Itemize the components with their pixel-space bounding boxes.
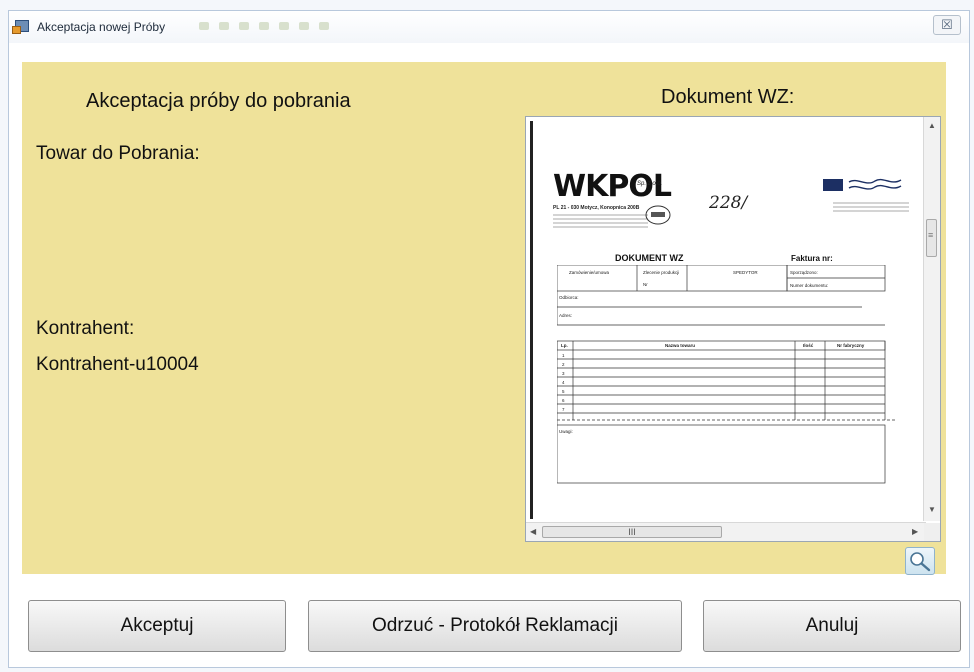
- document-title: DOKUMENT WZ: [615, 253, 684, 263]
- scroll-corner: [924, 523, 940, 541]
- title-decoration: [199, 22, 329, 30]
- toolbar-icon: [259, 22, 269, 30]
- row-number: 2: [562, 362, 565, 367]
- vertical-scrollbar[interactable]: ▲ ▼: [923, 117, 940, 521]
- close-icon: ☒: [941, 17, 953, 32]
- address-lines: [553, 214, 648, 228]
- scroll-left-icon[interactable]: ◀: [530, 527, 536, 536]
- partner-logo: [823, 178, 909, 212]
- form-icon: [12, 20, 29, 34]
- title-bar[interactable]: Akceptacja nowej Próby ☒: [9, 11, 969, 43]
- document-page: WKPOL Sp. z o.o. PL 21 - 030 Motycz, Kon…: [530, 121, 923, 519]
- col-lp: Lp.: [561, 343, 568, 348]
- cancel-button[interactable]: Anuluj: [703, 600, 961, 652]
- horizontal-scrollbar[interactable]: ◀ III ▶: [526, 522, 926, 541]
- scroll-right-icon[interactable]: ▶: [912, 527, 918, 536]
- faktura-label: Faktura nr:: [791, 254, 833, 263]
- col-ilosc: Ilość: [803, 343, 814, 348]
- toolbar-icon: [279, 22, 289, 30]
- window-title: Akceptacja nowej Próby: [37, 20, 166, 34]
- company-suffix: Sp. z o.o.: [637, 181, 663, 187]
- col-zlecenie: Zlecenie produkcji: [643, 270, 679, 275]
- col-sporzadzono: Sporządzono:: [790, 270, 818, 275]
- magnifier-icon: [910, 552, 931, 572]
- kontrahent-label: Kontrahent:: [36, 318, 135, 339]
- odbiorca-label: Odbiorca:: [559, 295, 579, 300]
- content-panel: Akceptacja próby do pobrania Towar do Po…: [22, 62, 946, 575]
- document-table: Zamówienie/umowa Zlecenie produkcji Nr S…: [557, 265, 897, 484]
- col-numer: Numer dokumentu:: [790, 283, 828, 288]
- row-number: 5: [562, 389, 565, 394]
- scroll-up-icon[interactable]: ▲: [928, 121, 936, 130]
- col-nazwa: Nazwa towaru: [665, 343, 695, 348]
- row-number: 3: [562, 371, 565, 376]
- col-zamowienie: Zamówienie/umowa: [569, 270, 610, 275]
- accept-title: Akceptacja próby do pobrania: [86, 90, 351, 112]
- scroll-down-icon[interactable]: ▼: [928, 505, 936, 514]
- row-number: 7: [562, 407, 565, 412]
- certificate-icon: [645, 205, 671, 225]
- zoom-button[interactable]: [905, 547, 935, 575]
- horizontal-scroll-thumb[interactable]: III: [542, 526, 722, 538]
- toolbar-icon: [239, 22, 249, 30]
- toolbar-icon: [299, 22, 309, 30]
- vertical-scroll-thumb[interactable]: [926, 219, 937, 257]
- close-button[interactable]: ☒: [933, 15, 961, 35]
- signature: 228/: [709, 193, 748, 213]
- towar-label: Towar do Pobrania:: [36, 143, 200, 164]
- col-spedytor: SPEDYTOR: [733, 270, 758, 275]
- row-number: 1: [562, 353, 565, 358]
- toolbar-icon: [219, 22, 229, 30]
- row-number: 4: [562, 380, 565, 385]
- toolbar-icon: [319, 22, 329, 30]
- col-nr-fabryczny: Nr fabryczny: [837, 343, 865, 348]
- accept-button[interactable]: Akceptuj: [28, 600, 286, 652]
- kontrahent-value: Kontrahent-u10004: [36, 354, 199, 375]
- row-number: 6: [562, 398, 565, 403]
- document-viewer[interactable]: WKPOL Sp. z o.o. PL 21 - 030 Motycz, Kon…: [525, 116, 941, 542]
- uwagi-label: Uwagi:: [559, 429, 573, 434]
- col-nr: Nr: [643, 282, 648, 287]
- adres-label: Adres:: [559, 313, 572, 318]
- wz-title: Dokument WZ:: [661, 86, 795, 108]
- reject-complaint-button[interactable]: Odrzuć - Protokół Reklamacji: [308, 600, 682, 652]
- toolbar-icon: [199, 22, 209, 30]
- company-address: PL 21 - 030 Motycz, Konopnica 200B: [553, 205, 640, 211]
